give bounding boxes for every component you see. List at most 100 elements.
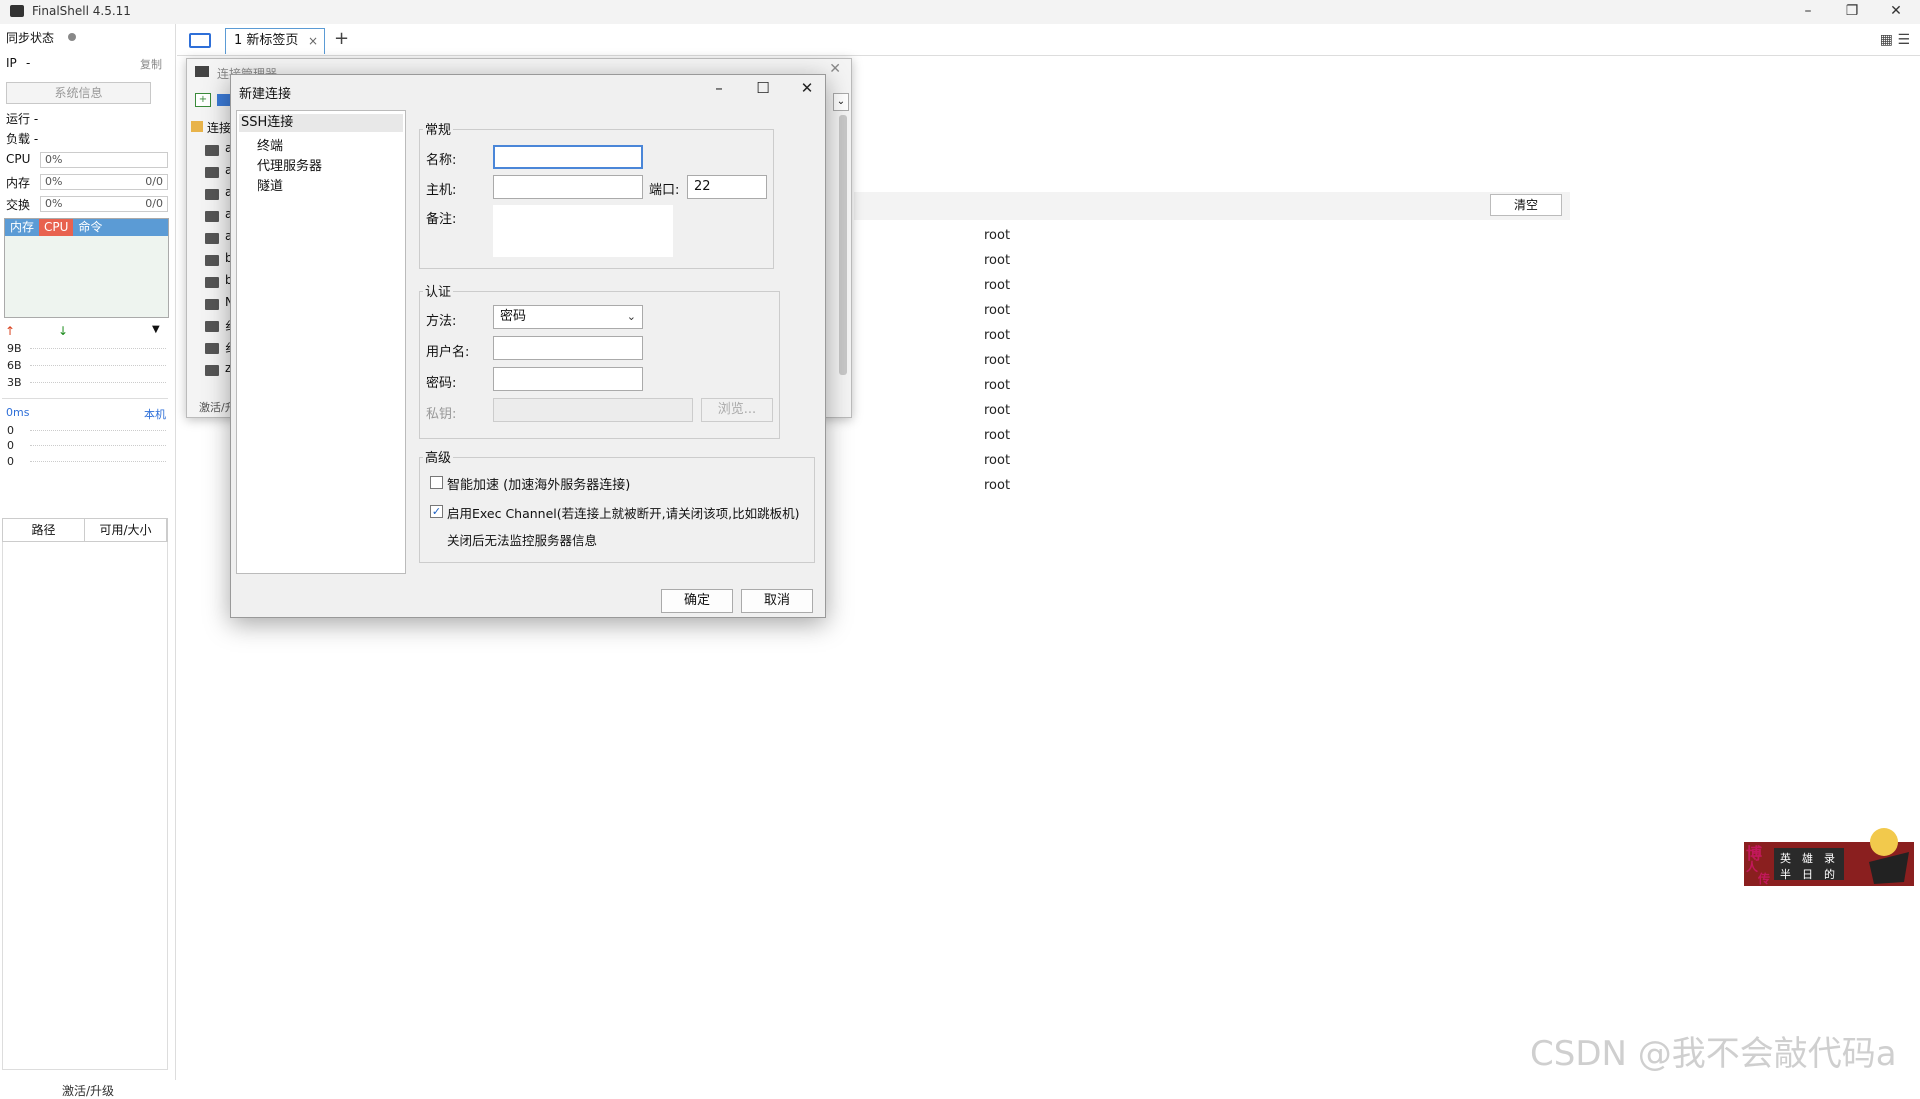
mem-label: 内存 bbox=[6, 176, 31, 190]
fs-size-header[interactable]: 可用/大小 bbox=[85, 519, 167, 541]
exec-channel-label[interactable]: 启用Exec Channel(若连接上就被断开,请关闭该项,比如跳板机) bbox=[447, 503, 799, 522]
resource-monitor: 内存 CPU 命令 bbox=[4, 218, 169, 318]
divider bbox=[2, 398, 168, 399]
sticker-char: 人 bbox=[1746, 860, 1759, 874]
filesystem-list bbox=[2, 542, 168, 1070]
terminal-icon bbox=[205, 277, 219, 288]
ip-label: IP bbox=[6, 56, 17, 70]
monitor-tab-command[interactable]: 命令 bbox=[73, 219, 107, 236]
tab-close-icon[interactable]: × bbox=[308, 29, 318, 53]
tree-item-ssh[interactable]: SSH连接 bbox=[239, 114, 403, 132]
left-panel: 同步状态 IP - 复制 系统信息 运行 - 负载 - CPU 0% 内存 0%… bbox=[0, 24, 176, 1098]
network-dropdown-icon[interactable]: ▼ bbox=[152, 324, 160, 335]
host-input[interactable] bbox=[493, 175, 643, 199]
terminal-icon bbox=[205, 145, 219, 156]
tree-item-terminal[interactable]: 终端 bbox=[257, 135, 283, 154]
mem-meter: 0% 0/0 bbox=[40, 174, 168, 190]
tab-bar: 1 新标签页 × + ▦ ☰ bbox=[177, 24, 1920, 56]
port-label: 端口: bbox=[649, 183, 680, 198]
accel-checkbox[interactable] bbox=[430, 476, 443, 489]
password-label: 密码: bbox=[426, 376, 457, 391]
host-label: 主机: bbox=[426, 183, 457, 198]
settings-tree: SSH连接 终端 代理服务器 隧道 bbox=[236, 110, 406, 574]
net-scale-label: 6B bbox=[7, 359, 22, 372]
tree-item-proxy[interactable]: 代理服务器 bbox=[257, 155, 322, 174]
username-input[interactable] bbox=[493, 336, 643, 360]
general-group-label: 常规 bbox=[423, 119, 454, 138]
monitor-tabs: 内存 CPU 命令 bbox=[5, 219, 168, 236]
add-connection-icon[interactable]: + bbox=[195, 93, 211, 107]
decorative-sticker: 博 人 传 英 雄 录 半 日 的 bbox=[1744, 822, 1916, 890]
new-connection-dialog: 新建连接 – ☐ ✕ SSH连接 终端 代理服务器 隧道 常规 名称: 主机: … bbox=[230, 74, 826, 618]
monitor-tab-mem[interactable]: 内存 bbox=[5, 219, 39, 236]
swap-meter: 0% 0/0 bbox=[40, 196, 168, 212]
minimize-button[interactable]: – bbox=[1786, 0, 1830, 24]
system-info-button[interactable]: 系统信息 bbox=[6, 82, 151, 104]
close-button[interactable]: ✕ bbox=[1874, 0, 1918, 24]
terminal-icon bbox=[205, 167, 219, 178]
private-key-input bbox=[493, 398, 693, 422]
folder-new-icon[interactable] bbox=[217, 94, 231, 106]
ping-grid-line bbox=[30, 430, 166, 431]
exec-channel-note: 关闭后无法监控服务器信息 bbox=[447, 533, 598, 548]
name-input[interactable] bbox=[493, 145, 643, 169]
dialog-title: 新建连接 bbox=[239, 87, 292, 102]
user-column: root root root root root root root root … bbox=[984, 228, 1010, 503]
monitor-tab-cpu[interactable]: CPU bbox=[39, 219, 74, 236]
tree-item-tunnel[interactable]: 隧道 bbox=[257, 175, 283, 194]
tab-new-tab[interactable]: 1 新标签页 × bbox=[225, 28, 325, 54]
accel-checkbox-label[interactable]: 智能加速 (加速海外服务器连接) bbox=[447, 474, 630, 493]
activate-upgrade-link[interactable]: 激活/升级 bbox=[0, 1082, 176, 1099]
cancel-button[interactable]: 取消 bbox=[741, 589, 813, 613]
list-item: root bbox=[984, 228, 1011, 243]
net-grid-line bbox=[30, 382, 166, 383]
net-grid-line bbox=[30, 365, 166, 366]
name-label: 名称: bbox=[426, 153, 457, 168]
add-tab-icon[interactable]: + bbox=[334, 28, 349, 49]
list-item: root bbox=[984, 478, 1011, 493]
clear-button[interactable]: 清空 bbox=[1490, 194, 1562, 216]
menu-icon[interactable]: ☰ bbox=[1897, 32, 1910, 48]
sticker-char: 传 bbox=[1758, 872, 1771, 886]
connection-manager-close-icon[interactable]: ✕ bbox=[829, 61, 841, 77]
ping-scale-label: 0 bbox=[7, 439, 14, 452]
upload-arrow-icon: ↑ bbox=[5, 324, 16, 338]
folder-icon bbox=[191, 121, 203, 132]
list-item: root bbox=[984, 353, 1011, 368]
ping-grid-line bbox=[30, 445, 166, 446]
list-item: root bbox=[984, 303, 1011, 318]
ok-button[interactable]: 确定 bbox=[661, 589, 733, 613]
exec-channel-checkbox[interactable]: ✓ bbox=[430, 505, 443, 518]
dialog-maximize-icon[interactable]: ☐ bbox=[745, 79, 781, 101]
grid-view-icon[interactable]: ▦ bbox=[1880, 32, 1893, 48]
cpu-meter: 0% bbox=[40, 152, 168, 168]
copy-ip-link[interactable]: 复制 bbox=[140, 56, 162, 72]
list-item: root bbox=[984, 278, 1011, 293]
sticker-char: 半 bbox=[1780, 868, 1791, 881]
net-grid-line bbox=[30, 348, 166, 349]
auth-method-value: 密码 bbox=[500, 309, 527, 324]
list-header-row bbox=[854, 192, 1570, 220]
password-input[interactable] bbox=[493, 367, 643, 391]
watermark: CSDN @我不会敲代码a bbox=[1530, 1034, 1897, 1074]
ping-grid-line bbox=[30, 461, 166, 462]
port-input[interactable]: 22 bbox=[687, 175, 767, 199]
fs-path-header[interactable]: 路径 bbox=[3, 519, 85, 541]
cpu-label: CPU bbox=[6, 152, 31, 166]
username-label: 用户名: bbox=[426, 345, 470, 360]
dropdown-chevron-icon[interactable]: ⌄ bbox=[833, 93, 849, 111]
folder-icon[interactable] bbox=[189, 33, 211, 48]
restore-button[interactable]: ❐ bbox=[1830, 0, 1874, 24]
scrollbar[interactable] bbox=[839, 115, 847, 375]
app-logo-icon bbox=[10, 5, 24, 17]
chevron-down-icon: ⌄ bbox=[626, 310, 636, 323]
dialog-minimize-icon[interactable]: – bbox=[701, 79, 737, 101]
download-arrow-icon: ↓ bbox=[58, 324, 69, 338]
sticker-char: 英 bbox=[1780, 852, 1791, 865]
connection-root[interactable]: 连接 bbox=[207, 119, 231, 136]
title-bar: FinalShell 4.5.11 – ❐ ✕ bbox=[0, 0, 1920, 24]
dialog-close-icon[interactable]: ✕ bbox=[789, 79, 825, 101]
note-textarea[interactable] bbox=[493, 205, 673, 257]
auth-method-select[interactable]: 密码 ⌄ bbox=[493, 305, 643, 329]
local-host-link[interactable]: 本机 bbox=[144, 406, 166, 422]
